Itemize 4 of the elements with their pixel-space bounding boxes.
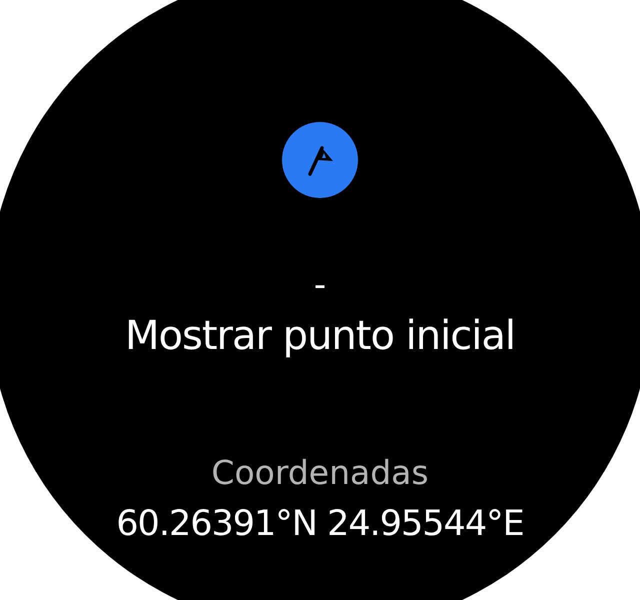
coordinates-label: Coordenadas	[211, 456, 429, 489]
coordinates-value: 60.26391°N 24.95544°E	[116, 507, 524, 542]
title-text: Mostrar punto inicial	[125, 316, 515, 356]
value-text: -	[314, 268, 326, 302]
